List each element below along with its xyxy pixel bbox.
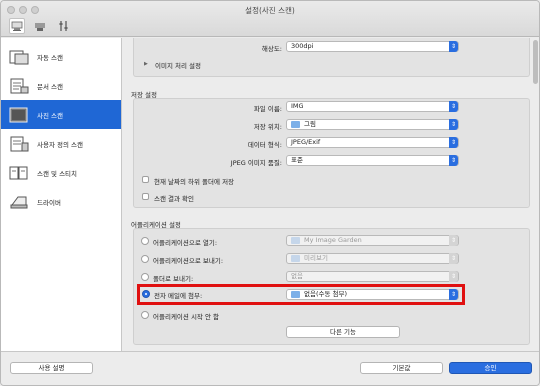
resolution-select[interactable]: 300dpi ⇕ [286, 41, 459, 52]
auto-scan-icon [9, 48, 29, 66]
subfolder-checkbox[interactable] [142, 176, 149, 183]
no-app-radio[interactable] [141, 311, 149, 319]
subfolder-label: 현재 날짜의 하위 폴더에 저장 [154, 178, 235, 186]
chevron-updown-icon: ⇕ [449, 41, 458, 52]
sidebar-item-label: 문서 스캔 [37, 82, 63, 91]
ok-button[interactable]: 승인 [449, 362, 532, 374]
open-with-app-label: 어플리케이션으로 열기: [153, 239, 218, 247]
send-to-folder-label: 폴더로 보내기: [153, 275, 194, 283]
driver-icon [9, 193, 29, 211]
custom-scan-icon [9, 135, 29, 153]
scrollbar-thumb[interactable] [533, 40, 538, 84]
resolution-label: 해상도: [261, 45, 282, 53]
open-with-app-radio[interactable] [141, 237, 149, 245]
scan-and-stitch-icon [9, 164, 29, 182]
settings-window: 설정(사진 스캔) 자동 스캔 문서 스캔 사진 스캔 사용자 정의 스캔 스캔… [0, 0, 540, 386]
save-in-value: 그림 [304, 120, 316, 128]
data-format-value: JPEG/Exif [291, 138, 321, 146]
folder-icon [291, 291, 300, 298]
sidebar-item-custom-scan[interactable]: 사용자 정의 스캔 [1, 129, 121, 158]
sidebar-item-label: 자동 스캔 [37, 53, 63, 62]
scan-from-operation-panel-icon[interactable] [33, 18, 47, 34]
application-settings-panel: 어플리케이션으로 열기: My Image Garden ⇕ 어플리케이션으로 … [133, 228, 530, 345]
folder-icon [291, 255, 300, 262]
general-settings-icon[interactable] [57, 18, 71, 34]
send-to-folder-value: 없음 [291, 272, 303, 280]
send-to-folder-select[interactable]: 없음 ⇕ [286, 271, 459, 282]
more-functions-button[interactable]: 다른 기능 [286, 326, 400, 338]
save-settings-panel: 파일 이름: IMG ⇕ 저장 위치: 그림 ⇕ 데이터 형식: JPEG/Ex… [133, 98, 530, 208]
data-format-label: 데이터 형식: [247, 141, 282, 149]
chevron-updown-icon: ⇕ [449, 119, 458, 130]
resolution-value: 300dpi [291, 42, 314, 50]
file-name-label: 파일 이름: [253, 105, 282, 113]
sidebar-item-auto-scan[interactable]: 자동 스캔 [1, 42, 121, 71]
no-app-label: 어플리케이션 시작 안 함 [153, 313, 219, 321]
settings-content: 해상도: 300dpi ⇕ ▶ 이미지 처리 설정 저장 설정 파일 이름: I… [122, 38, 539, 351]
image-processing-settings[interactable]: 이미지 처리 설정 [155, 60, 201, 70]
jpeg-quality-value: 표준 [291, 156, 303, 164]
check-result-checkbox[interactable] [142, 193, 149, 200]
open-with-app-select[interactable]: My Image Garden ⇕ [286, 235, 459, 246]
file-name-select[interactable]: IMG ⇕ [286, 101, 459, 112]
chevron-updown-icon: ⇕ [449, 253, 458, 264]
sidebar: 자동 스캔 문서 스캔 사진 스캔 사용자 정의 스캔 스캔 및 스티치 드라이… [1, 38, 122, 351]
sidebar-item-photo-scan[interactable]: 사진 스캔 [1, 100, 121, 129]
photo-scan-icon [9, 106, 29, 124]
chevron-updown-icon: ⇕ [449, 271, 458, 282]
sidebar-item-label: 드라이버 [37, 198, 61, 207]
chevron-updown-icon: ⇕ [449, 155, 458, 166]
scrollbar[interactable] [531, 38, 539, 351]
send-to-app-value: 미리보기 [304, 254, 328, 262]
footer-bar: 사용 설명 기본값 승인 [1, 351, 539, 385]
attach-email-value: 없음(수동 첨부) [304, 290, 348, 298]
disclosure-triangle-icon[interactable]: ▶ [144, 61, 148, 67]
document-scan-icon [9, 77, 29, 95]
chevron-updown-icon: ⇕ [449, 235, 458, 246]
defaults-button[interactable]: 기본값 [360, 362, 443, 374]
data-format-select[interactable]: JPEG/Exif ⇕ [286, 137, 459, 148]
jpeg-quality-label: JPEG 이미지 품질: [230, 159, 282, 167]
attach-email-select[interactable]: 없음(수동 첨부) ⇕ [286, 289, 459, 300]
send-to-app-label: 어플리케이션으로 보내기: [153, 257, 224, 265]
send-to-app-select[interactable]: 미리보기 ⇕ [286, 253, 459, 264]
chevron-updown-icon: ⇕ [449, 101, 458, 112]
instructions-button[interactable]: 사용 설명 [10, 362, 93, 374]
sidebar-item-document-scan[interactable]: 문서 스캔 [1, 71, 121, 100]
folder-icon [291, 237, 300, 244]
scan-from-computer-icon[interactable] [9, 18, 25, 34]
sidebar-item-label: 스캔 및 스티치 [37, 169, 78, 178]
file-name-value: IMG [291, 102, 304, 110]
save-in-select[interactable]: 그림 ⇕ [286, 119, 459, 130]
open-with-app-value: My Image Garden [304, 236, 362, 244]
attach-email-radio[interactable] [142, 290, 150, 298]
attach-email-label: 전자 메일에 첨부: [154, 292, 203, 300]
chevron-updown-icon: ⇕ [449, 289, 458, 300]
chevron-updown-icon: ⇕ [449, 137, 458, 148]
folder-icon [291, 121, 300, 128]
send-to-app-radio[interactable] [141, 255, 149, 263]
window-title: 설정(사진 스캔) [245, 6, 295, 15]
scan-options-panel: 해상도: 300dpi ⇕ ▶ 이미지 처리 설정 [133, 38, 530, 77]
jpeg-quality-select[interactable]: 표준 ⇕ [286, 155, 459, 166]
sidebar-item-label: 사진 스캔 [37, 111, 63, 120]
save-in-label: 저장 위치: [253, 123, 282, 131]
sidebar-item-driver[interactable]: 드라이버 [1, 187, 121, 216]
send-to-folder-radio[interactable] [141, 273, 149, 281]
check-result-label: 스캔 결과 확인 [154, 195, 195, 203]
sidebar-item-label: 사용자 정의 스캔 [37, 140, 83, 149]
sidebar-item-scan-and-stitch[interactable]: 스캔 및 스티치 [1, 158, 121, 187]
title-bar: 설정(사진 스캔) [1, 1, 539, 37]
